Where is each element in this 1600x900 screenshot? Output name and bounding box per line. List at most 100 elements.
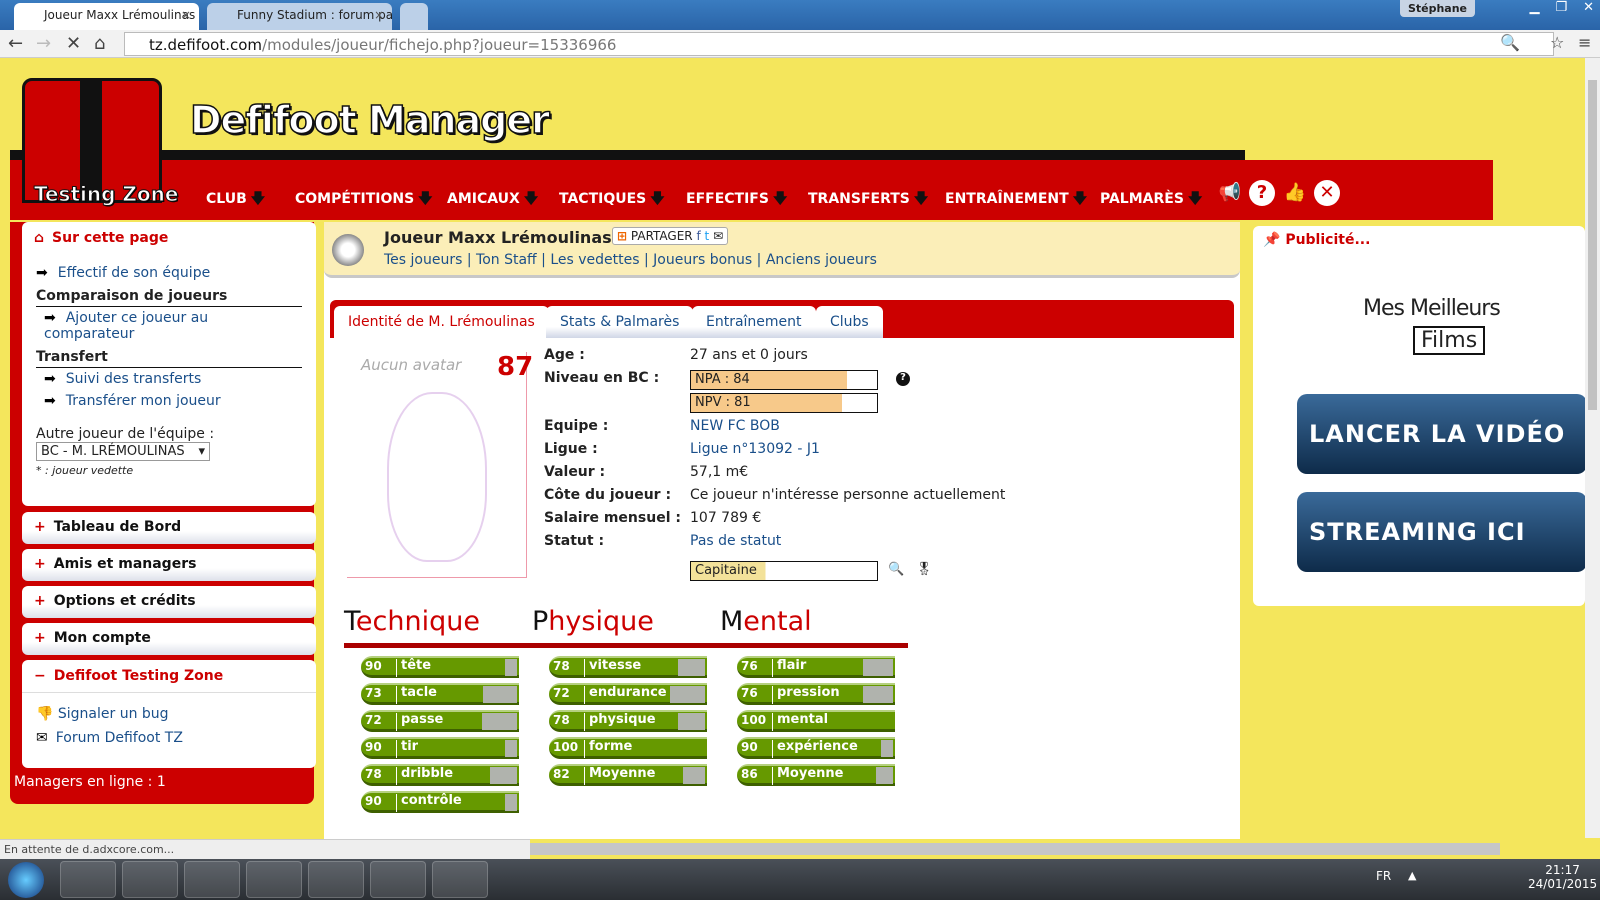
link-ton-staff[interactable]: Ton Staff	[476, 252, 537, 268]
armband-icon[interactable]: 🎖	[916, 562, 933, 577]
app-icon[interactable]	[184, 861, 240, 898]
stat-bar: 78 physique	[549, 710, 707, 732]
section-mon-compte[interactable]: + Mon compte	[22, 623, 316, 655]
help-icon[interactable]: ?	[896, 372, 910, 386]
stats-section-heading: Mental	[720, 606, 908, 648]
stat-bar: 76 pression	[737, 683, 895, 705]
minimize-icon[interactable]: ▁	[1529, 0, 1539, 15]
close-icon[interactable]: ✕	[1314, 180, 1340, 206]
stat-label: tacle	[401, 685, 437, 700]
stat-bar: 90 tête	[361, 656, 519, 678]
stat-remaining	[863, 659, 893, 676]
tab-clubs[interactable]: Clubs	[816, 306, 883, 338]
menu-competitions[interactable]: COMPÉTITIONS 🡇	[295, 188, 433, 212]
menu-tactiques[interactable]: TACTIQUES 🡇	[559, 188, 665, 212]
ligue-link[interactable]: Ligue n°13092 - J1	[690, 441, 820, 457]
stop-icon[interactable]: ✕	[66, 33, 81, 54]
link-tes-joueurs[interactable]: Tes joueurs	[384, 252, 462, 268]
horizontal-scrollbar[interactable]	[530, 843, 1500, 855]
menu-transferts[interactable]: TRANSFERTS 🡇	[808, 188, 928, 212]
tab-entrainement[interactable]: Entraînement	[692, 306, 816, 338]
home-icon[interactable]: ⌂	[94, 33, 105, 54]
help-icon[interactable]: ?	[1249, 180, 1275, 206]
browser-tab[interactable]: Funny Stadium : forum pa ×	[207, 3, 392, 30]
new-tab-button[interactable]	[400, 3, 428, 30]
thumbs-up-icon[interactable]: 👍	[1282, 180, 1308, 206]
site-title[interactable]: Defifoot Manager	[189, 97, 550, 143]
link-transferer[interactable]: ➡ Transférer mon joueur	[22, 390, 316, 412]
ad-streaming-button[interactable]: STREAMING ICI	[1297, 492, 1587, 572]
tray-arrow-icon[interactable]: ▲	[1408, 869, 1416, 882]
stats-section-heading: Technique	[344, 606, 532, 648]
language-indicator[interactable]: FR	[1376, 869, 1391, 883]
autre-joueur-select[interactable]: BC - M. LRÉMOULINAS ▾	[36, 442, 210, 461]
salaire-label: Salaire mensuel :	[544, 510, 681, 526]
menu-amicaux[interactable]: AMICAUX 🡇	[447, 188, 538, 212]
section-options-credits[interactable]: + Options et crédits	[22, 586, 316, 618]
testing-zone-box: − Defifoot Testing Zone 👎 Signaler un bug…	[22, 660, 316, 768]
clock[interactable]: 21:17 24/01/2015	[1528, 863, 1597, 891]
minus-icon: −	[34, 668, 46, 684]
home-icon: ⌂	[34, 230, 45, 246]
link-anciens-joueurs[interactable]: Anciens joueurs	[766, 252, 877, 268]
stat-bar: 100 forme	[549, 737, 707, 759]
role-field[interactable]: Capitaine	[690, 561, 878, 581]
share-button[interactable]: ⊞ PARTAGER f t ✉	[612, 227, 729, 245]
search-icon[interactable]: 🔍	[888, 562, 904, 577]
equipe-link[interactable]: NEW FC BOB	[690, 418, 780, 434]
network-app-icon[interactable]	[308, 861, 364, 898]
stat-bar: 73 tacle	[361, 683, 519, 705]
menu-entrainement[interactable]: ENTRAÎNEMENT 🡇	[945, 188, 1087, 212]
profile-name[interactable]: Stéphane	[1399, 0, 1475, 17]
media-player-icon[interactable]	[122, 861, 178, 898]
explorer-icon[interactable]	[60, 861, 116, 898]
zoom-icon[interactable]: 🔍	[1500, 33, 1520, 52]
stat-label: endurance	[589, 685, 667, 700]
megaphone-icon[interactable]: 📢	[1217, 180, 1243, 206]
mail-app-icon[interactable]	[370, 861, 426, 898]
stat-value: 90	[365, 794, 397, 812]
stat-bar: 82 Moyenne	[549, 764, 707, 786]
section-amis-managers[interactable]: + Amis et managers	[22, 549, 316, 581]
scrollbar-thumb[interactable]	[1588, 80, 1597, 410]
browser-tab-active[interactable]: Joueur Maxx Lrémoulinas ×	[14, 3, 199, 30]
stat-remaining	[504, 659, 517, 676]
link-forum[interactable]: ✉ Forum Defifoot TZ	[22, 727, 316, 749]
statut-link[interactable]: Pas de statut	[690, 533, 781, 549]
tab-identite[interactable]: Identité de M. Lrémoulinas	[334, 306, 549, 338]
link-suivi-transferts[interactable]: ➡ Suivi des transferts	[22, 368, 316, 390]
tab-stats-palmares[interactable]: Stats & Palmarès	[546, 306, 694, 338]
close-window-icon[interactable]: ✕	[1583, 0, 1594, 15]
link-effectif[interactable]: ➡ Effectif de son équipe	[22, 262, 316, 284]
stat-bar: 100 mental	[737, 710, 895, 732]
forward-icon[interactable]: →	[36, 33, 51, 54]
stat-remaining	[670, 686, 705, 703]
menu-club[interactable]: CLUB 🡇	[206, 188, 265, 212]
link-vedettes[interactable]: Les vedettes	[550, 252, 639, 268]
start-button[interactable]	[8, 862, 44, 898]
zone-label: Testing Zone	[33, 182, 179, 207]
address-bar[interactable]: tz.defifoot.com/modules/joueur/fichejo.p…	[124, 32, 1554, 56]
stats-section-heading: Physique	[532, 606, 720, 648]
chrome-window-icon[interactable]	[432, 861, 488, 898]
section-tableau-de-bord[interactable]: + Tableau de Bord	[22, 512, 316, 544]
stat-value: 76	[741, 659, 773, 677]
section-testing-zone[interactable]: − Defifoot Testing Zone	[22, 660, 316, 693]
ad-brand-films: Films	[1413, 326, 1486, 355]
link-joueurs-bonus[interactable]: Joueurs bonus	[653, 252, 752, 268]
close-tab-icon[interactable]: ×	[374, 8, 384, 22]
maximize-icon[interactable]: ❐	[1555, 0, 1567, 15]
link-ajouter-comparateur[interactable]: ➡ Ajouter ce joueur au comparateur	[22, 307, 316, 345]
stat-remaining	[863, 686, 893, 703]
close-tab-icon[interactable]: ×	[181, 8, 191, 22]
menu-effectifs[interactable]: EFFECTIFS 🡇	[686, 188, 787, 212]
stat-remaining	[489, 767, 517, 784]
star-icon[interactable]: ☆	[1550, 33, 1564, 52]
ad-lancer-video-button[interactable]: LANCER LA VIDÉO	[1297, 394, 1587, 474]
link-signaler-bug[interactable]: 👎 Signaler un bug	[22, 703, 316, 725]
mail-icon: ✉	[713, 229, 724, 243]
chrome-icon[interactable]	[246, 861, 302, 898]
menu-palmares[interactable]: PALMARÈS 🡇	[1100, 188, 1202, 212]
back-icon[interactable]: ←	[8, 33, 23, 54]
menu-icon[interactable]: ≡	[1578, 33, 1591, 52]
